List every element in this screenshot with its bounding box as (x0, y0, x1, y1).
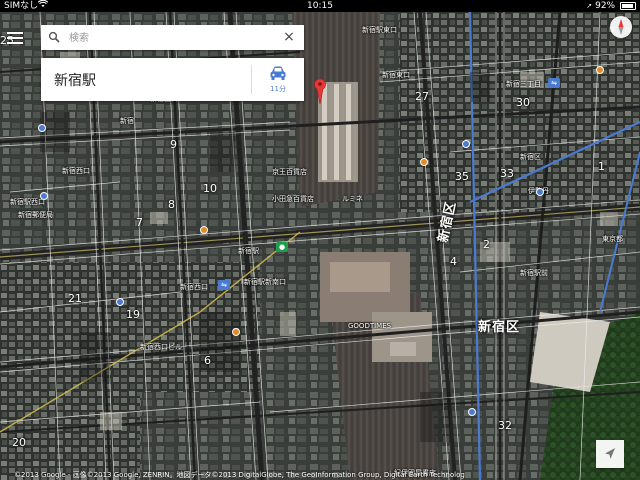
directions-button[interactable]: 11分 (252, 58, 304, 101)
clock: 10:15 (307, 1, 333, 11)
area-number: 2 (483, 238, 490, 251)
train-station-icon[interactable]: ● (276, 242, 288, 252)
area-number: 21 (68, 292, 82, 305)
train-station-icon[interactable]: ⇋ (218, 280, 230, 290)
maps-app: SIMなし 10:15 ➚ 92% 25 27 30 35 33 10 21 1… (0, 0, 640, 480)
my-location-button[interactable] (596, 440, 624, 468)
status-bar: SIMなし 10:15 ➚ 92% (0, 0, 640, 12)
area-number: 9 (170, 138, 177, 151)
compass-icon (618, 19, 624, 35)
map-label: 新宿 (120, 117, 134, 125)
poi-marker[interactable] (200, 226, 208, 234)
map-attribution: ©2013 Google - 画像©2013 Google, ZENRIN。地図… (14, 471, 465, 479)
poi-marker[interactable] (232, 328, 240, 336)
poi-marker[interactable] (38, 124, 46, 132)
place-name: 新宿駅 (54, 73, 96, 89)
location-arrow-icon: ➚ (586, 2, 593, 10)
area-number: 8 (168, 198, 175, 211)
poi-marker[interactable] (596, 66, 604, 74)
map-label: 新宿駅東口 (362, 26, 397, 34)
car-icon (270, 66, 286, 80)
poi-marker[interactable] (462, 140, 470, 148)
status-right: ➚ 92% (586, 0, 636, 12)
map-label: 京王百貨店 (272, 168, 307, 176)
map-label: 新宿区 (520, 153, 541, 161)
map-label: 新宿駅新南口 (244, 278, 286, 286)
place-result-card[interactable]: 新宿駅 11分 (41, 58, 304, 101)
poi-marker[interactable] (420, 158, 428, 166)
map-label: 新宿東口 (382, 71, 410, 79)
poi-marker[interactable] (468, 408, 476, 416)
area-number: 7 (136, 216, 143, 229)
map-label: 東京都 (602, 235, 623, 243)
map-label: ルミネ (342, 195, 363, 203)
area-number: 35 (455, 170, 469, 183)
area-number: 20 (12, 436, 26, 449)
poi-marker[interactable] (536, 188, 544, 196)
map-label: 新宿駅西口 (10, 198, 45, 206)
area-number: 30 (516, 96, 530, 109)
location-pin-icon[interactable] (313, 78, 327, 104)
search-input[interactable] (67, 28, 271, 48)
area-number: 1 (598, 160, 605, 173)
area-number: 4 (450, 255, 457, 268)
map-label: GOODTIMES (348, 322, 392, 330)
map-label: 新宿西口 (62, 167, 90, 175)
search-icon (48, 31, 60, 43)
area-number: 10 (203, 182, 217, 195)
travel-time: 11分 (270, 85, 286, 93)
district-label: 新宿区 (478, 320, 521, 335)
area-number: 19 (126, 308, 140, 321)
menu-button[interactable] (2, 24, 28, 50)
area-number: 6 (204, 354, 211, 367)
location-arrow-icon (605, 448, 615, 459)
map-label: 新宿西口 (180, 283, 208, 291)
area-number: 27 (415, 90, 429, 103)
map-label: 新宿三丁目 (506, 80, 541, 88)
area-number: 33 (500, 167, 514, 180)
map-label: 新宿駅 (238, 247, 259, 255)
area-number: 32 (498, 419, 512, 432)
poi-marker[interactable] (116, 298, 124, 306)
train-station-icon[interactable]: ⇋ (548, 78, 560, 88)
map-label: 新宿駅前 (520, 269, 548, 277)
search-bar[interactable]: × (41, 25, 304, 50)
map-label: 小田急百貨店 (272, 195, 314, 203)
battery-icon (620, 1, 636, 10)
map-label: 新宿西口ビル (140, 343, 182, 351)
battery-percent: 92% (595, 1, 616, 11)
compass-button[interactable] (610, 16, 632, 38)
map-label: 新宿郵便局 (18, 211, 53, 219)
poi-marker[interactable] (40, 192, 48, 200)
clear-search-button[interactable]: × (282, 29, 296, 45)
